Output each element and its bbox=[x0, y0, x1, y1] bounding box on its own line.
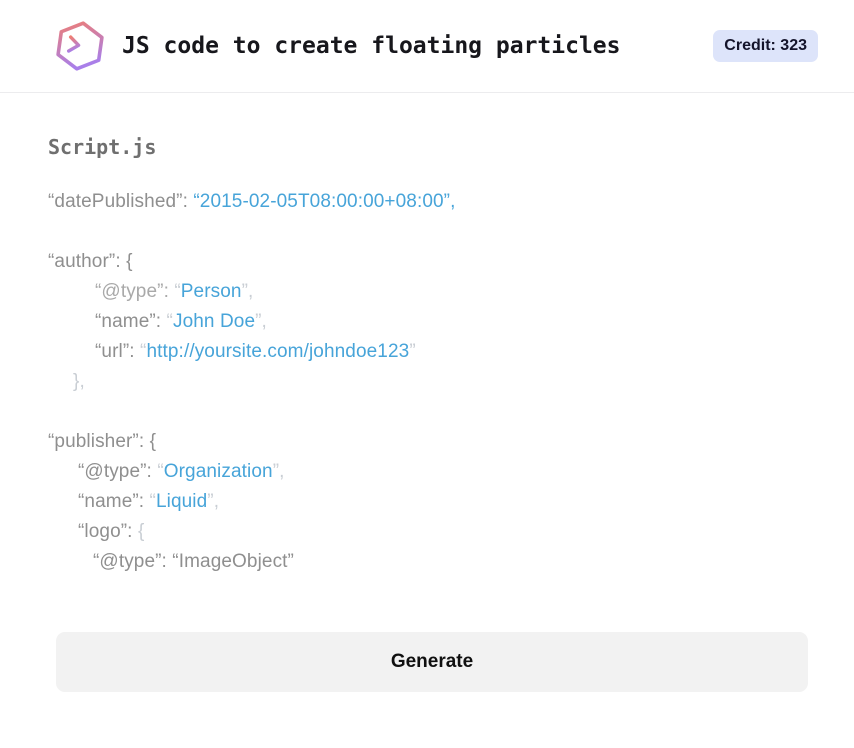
terminal-prompt-hexagon-icon bbox=[52, 18, 108, 74]
code-block: “datePublished”: “2015-02-05T08:00:00+08… bbox=[48, 187, 806, 577]
code-line: “@type”: “Person”, bbox=[95, 281, 254, 302]
code-line: “name”: “John Doe”, bbox=[95, 311, 267, 332]
code-line: “datePublished”: “2015-02-05T08:00:00+08… bbox=[48, 191, 456, 212]
main-content: Script.js “datePublished”: “2015-02-05T0… bbox=[0, 93, 854, 577]
code-line: }, bbox=[73, 371, 85, 392]
app-header: JS code to create floating particles Cre… bbox=[0, 0, 854, 93]
code-line: “name”: “Liquid”, bbox=[78, 491, 220, 512]
generate-button[interactable]: Generate bbox=[56, 632, 808, 692]
credit-badge: Credit: 323 bbox=[713, 30, 818, 62]
script-filename-label: Script.js bbox=[48, 135, 157, 159]
code-line: “url”: “http://yoursite.com/johndoe123” bbox=[95, 341, 416, 362]
code-line: “author”: { bbox=[48, 251, 133, 272]
code-line: “@type”: “ImageObject” bbox=[93, 551, 294, 572]
page-title: JS code to create floating particles bbox=[122, 33, 621, 59]
code-line: “publisher”: { bbox=[48, 431, 157, 452]
code-line: “logo”: { bbox=[78, 521, 145, 542]
code-line: “@type”: “Organization”, bbox=[78, 461, 285, 482]
